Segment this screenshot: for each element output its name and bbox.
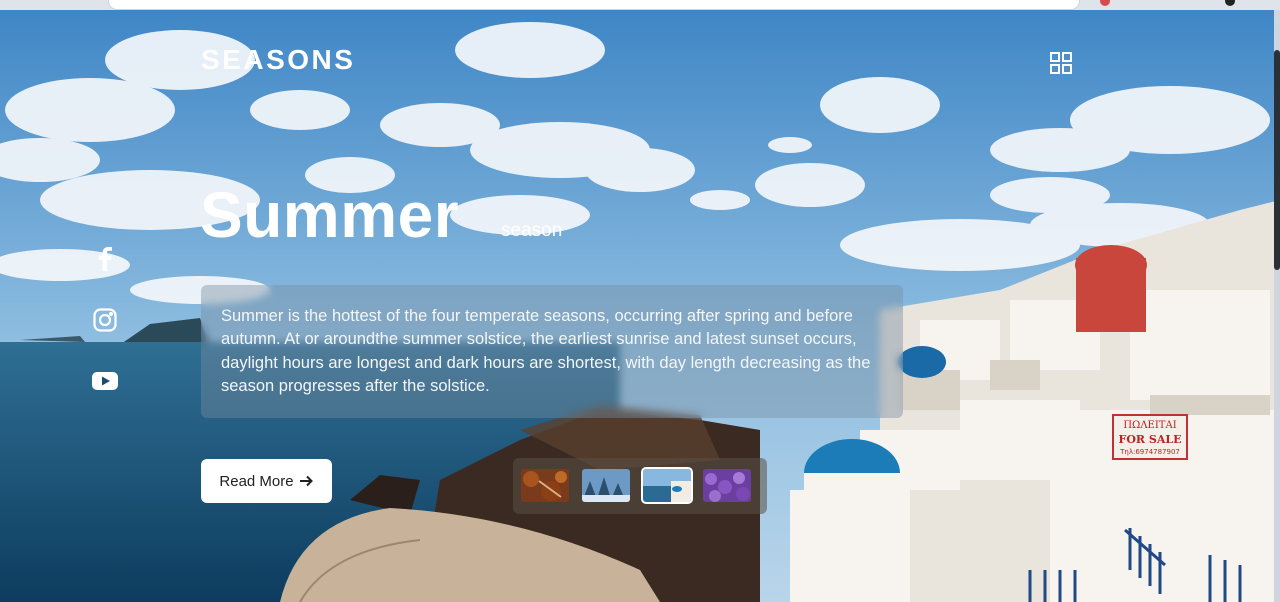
site-logo[interactable]: SEASONS xyxy=(201,44,355,76)
profile-avatar[interactable] xyxy=(1225,0,1235,6)
season-thumbnails xyxy=(513,458,767,514)
season-title: Summer xyxy=(200,179,460,251)
season-description: Summer is the hottest of the four temper… xyxy=(221,307,871,395)
svg-text:Τηλ:6974787907: Τηλ:6974787907 xyxy=(1119,448,1180,456)
instagram-icon[interactable] xyxy=(90,305,120,335)
winter-thumbnail[interactable] xyxy=(582,469,630,502)
address-bar[interactable] xyxy=(108,0,1080,10)
grid-menu-icon[interactable] xyxy=(1050,52,1072,74)
scrollbar[interactable] xyxy=(1274,10,1280,602)
youtube-icon[interactable] xyxy=(90,366,120,396)
facebook-icon[interactable] xyxy=(90,244,120,274)
autumn-thumbnail[interactable] xyxy=(521,469,569,502)
extension-icon[interactable] xyxy=(1100,0,1110,6)
browser-chrome xyxy=(0,0,1280,10)
svg-text:FOR SALE: FOR SALE xyxy=(1119,433,1182,446)
read-more-button[interactable]: Read More xyxy=(201,459,332,503)
read-more-label: Read More xyxy=(219,472,294,490)
svg-text:ΠΩΛΕΙΤΑΙ: ΠΩΛΕΙΤΑΙ xyxy=(1123,420,1176,431)
season-subtitle: season xyxy=(501,220,563,241)
arrow-right-icon xyxy=(299,475,313,487)
summer-thumbnail[interactable] xyxy=(641,467,693,504)
spring-thumbnail[interactable] xyxy=(703,469,751,502)
